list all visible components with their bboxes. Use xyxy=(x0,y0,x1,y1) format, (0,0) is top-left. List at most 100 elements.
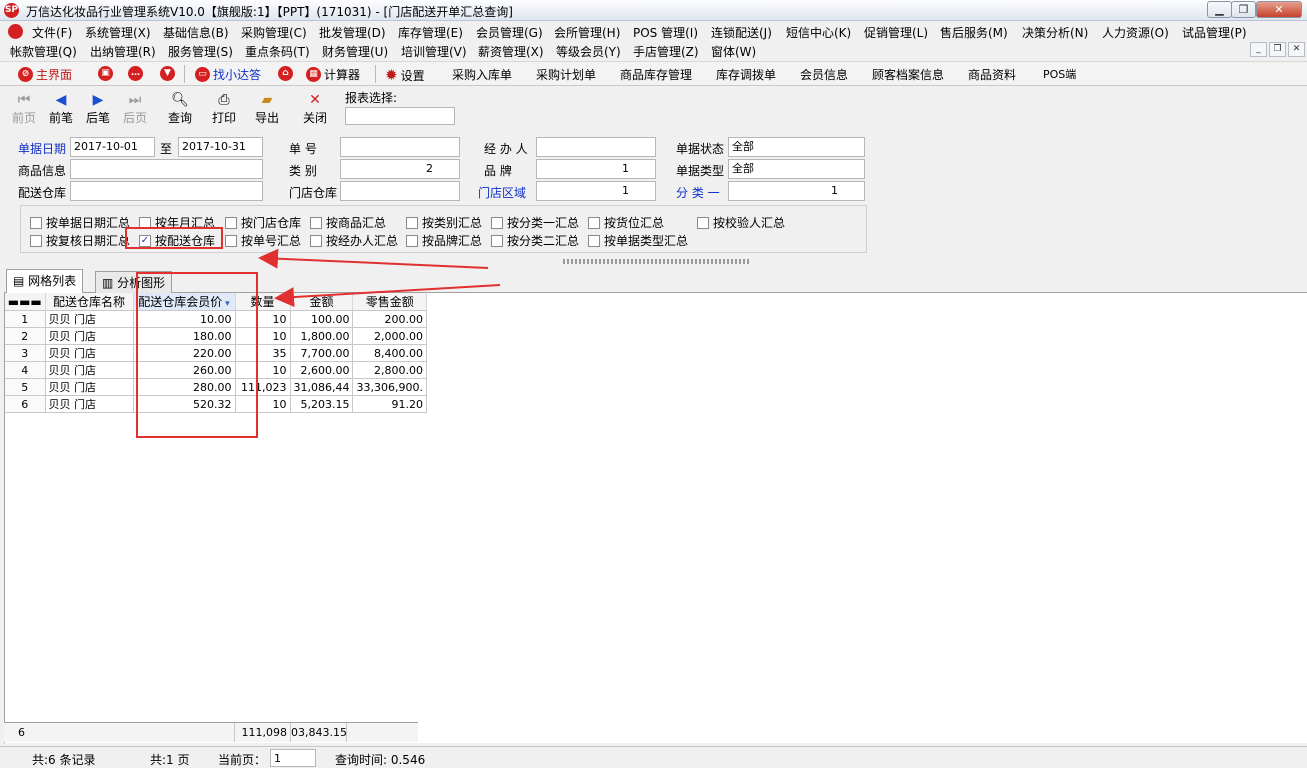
menu-promotion[interactable]: 促销管理(L) xyxy=(864,24,928,41)
store-warehouse-field[interactable] xyxy=(340,181,460,201)
find-assistant-button[interactable]: ▭ 找小达答 xyxy=(195,66,261,83)
check-by-category[interactable]: 按类别汇总 xyxy=(406,214,482,231)
printer-icon: ⎙ xyxy=(218,92,230,108)
menu-chain[interactable]: 连锁配送(J) xyxy=(711,24,772,41)
menu-accounts[interactable]: 帐款管理(Q) xyxy=(10,43,77,60)
report-select-input[interactable] xyxy=(345,107,455,125)
minimize-button[interactable]: ▁ xyxy=(1207,1,1232,18)
right-arrow-icon: ▶ xyxy=(92,92,104,108)
menu-sms[interactable]: 短信中心(K) xyxy=(786,24,851,41)
quick-link-pos[interactable]: POS端 xyxy=(1043,66,1076,82)
mdi-close-button[interactable]: ✕ xyxy=(1288,42,1305,57)
check-by-doc-type[interactable]: 按单据类型汇总 xyxy=(588,232,688,249)
lock-icon: ▣ xyxy=(98,66,113,81)
print-button[interactable]: ⎙ 打印 xyxy=(204,91,244,126)
next-page-button[interactable]: ⏭ 后页 xyxy=(115,91,155,126)
menu-finance[interactable]: 财务管理(U) xyxy=(322,43,388,60)
check-by-brand[interactable]: 按品牌汇总 xyxy=(406,232,482,249)
menu-member[interactable]: 会员管理(G) xyxy=(476,24,543,41)
doc-type-select[interactable]: 全部 xyxy=(728,159,865,179)
menu-hand-store[interactable]: 手店管理(Z) xyxy=(633,43,699,60)
menu-level-member[interactable]: 等级会员(Y) xyxy=(556,43,621,60)
menu-hr[interactable]: 人力资源(O) xyxy=(1102,24,1169,41)
chat-button[interactable]: … xyxy=(128,66,143,81)
menu-training[interactable]: 培训管理(V) xyxy=(401,43,467,60)
menu-aftersale[interactable]: 售后服务(M) xyxy=(940,24,1008,41)
menu-purchase[interactable]: 采购管理(C) xyxy=(241,24,307,41)
store-area-field[interactable]: 1 xyxy=(536,181,656,201)
next-record-button[interactable]: ▶ 后笔 xyxy=(78,91,118,126)
menu-cashier[interactable]: 出纳管理(R) xyxy=(90,43,156,60)
class1-field[interactable]: 1 xyxy=(728,181,865,201)
category-field[interactable]: 2 xyxy=(340,159,460,179)
menu-club[interactable]: 会所管理(H) xyxy=(554,24,620,41)
check-by-verifier[interactable]: 按校验人汇总 xyxy=(697,214,785,231)
row-indicator-header[interactable]: ▬▬▬ xyxy=(5,293,46,311)
col-warehouse-name[interactable]: 配送仓库名称 xyxy=(45,293,134,311)
doc-status-select[interactable]: 全部 xyxy=(728,137,865,157)
chat-icon: … xyxy=(128,66,143,81)
menu-pos[interactable]: POS 管理(I) xyxy=(633,24,698,41)
quick-link-member-info[interactable]: 会员信息 xyxy=(800,66,848,83)
goods-field[interactable] xyxy=(70,159,263,179)
calculator-button[interactable]: ▦ 计算器 xyxy=(306,66,360,83)
tab-grid-list[interactable]: ▤ 网格列表 xyxy=(6,269,84,293)
row-index: 4 xyxy=(5,361,46,379)
last-icon: ⏭ xyxy=(128,92,142,108)
quick-link-customer[interactable]: 顾客档案信息 xyxy=(872,66,944,83)
query-label: 查询 xyxy=(167,111,192,125)
warehouse-field[interactable] xyxy=(70,181,263,201)
settings-button[interactable]: ✹ 设置 xyxy=(385,66,425,84)
menu-basic-info[interactable]: 基础信息(B) xyxy=(163,24,229,41)
check-by-handler[interactable]: 按经办人汇总 xyxy=(310,232,398,249)
menu-service[interactable]: 服务管理(S) xyxy=(168,43,233,60)
restore-button[interactable]: ❐ xyxy=(1231,1,1256,18)
main-screen-button[interactable]: ⊘ 主界面 xyxy=(18,66,72,83)
check-by-store-wh[interactable]: 按门店仓库 xyxy=(225,214,301,231)
prev-record-button[interactable]: ◀ 前笔 xyxy=(41,91,81,126)
prev-page-button[interactable]: ⏮ 前页 xyxy=(4,91,44,126)
menu-system[interactable]: 系统管理(X) xyxy=(85,24,151,41)
quick-link-purchase-plan[interactable]: 采购计划单 xyxy=(536,66,596,83)
quick-link-transfer[interactable]: 库存调拨单 xyxy=(716,66,776,83)
shield-icon: ▼ xyxy=(160,66,175,81)
cell-warehouse: 贝贝 门店 xyxy=(45,395,134,413)
menu-wholesale[interactable]: 批发管理(D) xyxy=(319,24,386,41)
menu-inventory[interactable]: 库存管理(E) xyxy=(398,24,463,41)
col-retail-amount[interactable]: 零售金额 xyxy=(352,293,427,311)
check-by-doc-no[interactable]: 按单号汇总 xyxy=(225,232,301,249)
check-by-review-date[interactable]: 按复核日期汇总 xyxy=(30,232,130,249)
doc-no-field[interactable] xyxy=(340,137,460,157)
app-menu-icon[interactable] xyxy=(8,24,23,39)
query-button[interactable]: 🔍︎ 查询 xyxy=(160,91,200,126)
handler-field[interactable] xyxy=(536,137,656,157)
menu-file[interactable]: 文件(F) xyxy=(32,24,72,41)
close-window-button[interactable]: ✕ 关闭 xyxy=(295,91,335,126)
mdi-minimize-button[interactable]: _ xyxy=(1250,42,1267,57)
check-by-class1[interactable]: 按分类一汇总 xyxy=(491,214,579,231)
date-to-field[interactable]: 2017-10-31 xyxy=(178,137,263,157)
shield-button[interactable]: ▼ xyxy=(160,66,175,81)
check-by-location[interactable]: 按货位汇总 xyxy=(588,214,664,231)
close-button[interactable]: ✕ xyxy=(1256,1,1302,18)
menu-window[interactable]: 窗体(W) xyxy=(711,43,756,60)
quick-link-purchase-in[interactable]: 采购入库单 xyxy=(452,66,512,83)
mdi-restore-button[interactable]: ❐ xyxy=(1269,42,1286,57)
date-from-field[interactable]: 2017-10-01 xyxy=(70,137,155,157)
check-by-doc-date[interactable]: 按单据日期汇总 xyxy=(30,214,130,231)
check-by-class2[interactable]: 按分类二汇总 xyxy=(491,232,579,249)
current-page-input[interactable]: 1 xyxy=(270,749,316,767)
panel-splitter[interactable] xyxy=(563,259,749,264)
lock-button[interactable]: ▣ xyxy=(98,66,113,81)
quick-link-goods[interactable]: 商品资料 xyxy=(968,66,1016,83)
check-by-goods[interactable]: 按商品汇总 xyxy=(310,214,386,231)
menu-decision[interactable]: 决策分析(N) xyxy=(1022,24,1088,41)
col-amount[interactable]: 金额 xyxy=(290,293,354,311)
home-button[interactable]: ⌂ xyxy=(278,66,293,81)
brand-field[interactable]: 1 xyxy=(536,159,656,179)
menu-salary[interactable]: 薪资管理(X) xyxy=(478,43,544,60)
menu-trial[interactable]: 试品管理(P) xyxy=(1182,24,1247,41)
export-button[interactable]: ▰ 导出 xyxy=(247,91,287,126)
menu-barcode[interactable]: 重点条码(T) xyxy=(245,43,310,60)
quick-link-stock[interactable]: 商品库存管理 xyxy=(620,66,692,83)
